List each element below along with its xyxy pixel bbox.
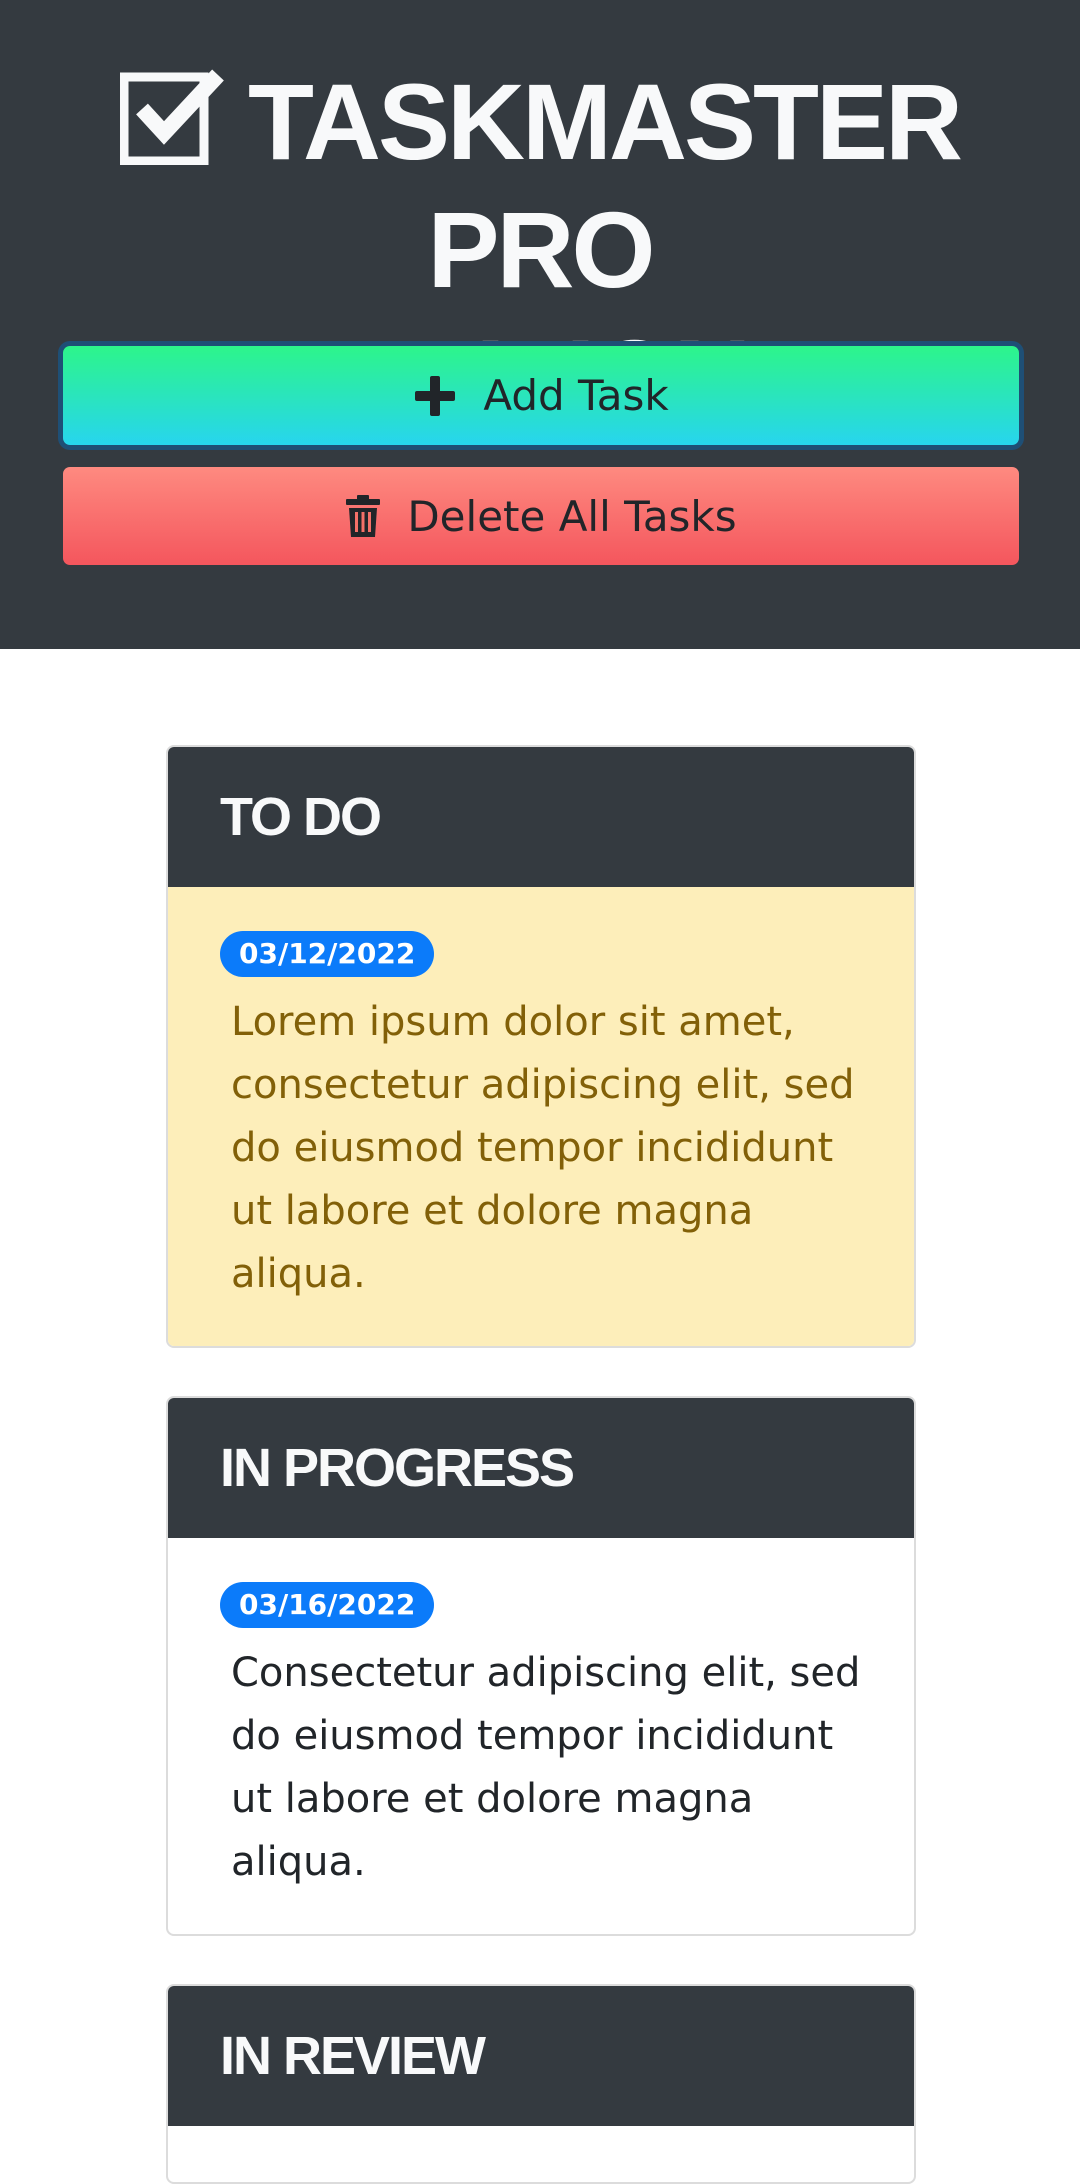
check-square-icon (120, 69, 224, 165)
plus-icon (415, 375, 456, 416)
column-header-in-progress: IN PROGRESS (168, 1398, 914, 1538)
trash-icon (346, 495, 381, 537)
column-header-in-review: IN REVIEW (168, 1986, 914, 2126)
add-task-label: Add Task (483, 371, 669, 420)
task-text: Lorem ipsum dolor sit amet, consectetur … (231, 999, 855, 1297)
task-item[interactable]: 03/12/2022 Lorem ipsum dolor sit amet, c… (168, 887, 914, 1346)
column-in-progress: IN PROGRESS 03/16/2022 Consectetur adipi… (166, 1396, 916, 1936)
app-header: TASKMASTER PRO EDITION Add Task Delete A… (0, 0, 1080, 649)
task-date-badge: 03/12/2022 (220, 931, 435, 977)
column-todo: TO DO 03/12/2022 Lorem ipsum dolor sit a… (166, 745, 916, 1348)
task-date-badge: 03/16/2022 (220, 1582, 435, 1628)
column-header-todo: TO DO (168, 747, 914, 887)
task-item[interactable]: 03/16/2022 Consectetur adipiscing elit, … (168, 1538, 914, 1934)
column-in-review: IN REVIEW (166, 1984, 916, 2184)
title-line-1: TASKMASTER PRO (0, 58, 1080, 314)
title-text-1: TASKMASTER PRO (248, 61, 963, 310)
task-text: Consectetur adipiscing elit, sed do eius… (231, 1650, 861, 1885)
add-task-button[interactable]: Add Task (63, 346, 1019, 445)
delete-all-tasks-label: Delete All Tasks (407, 491, 737, 541)
delete-all-tasks-button[interactable]: Delete All Tasks (63, 467, 1019, 565)
